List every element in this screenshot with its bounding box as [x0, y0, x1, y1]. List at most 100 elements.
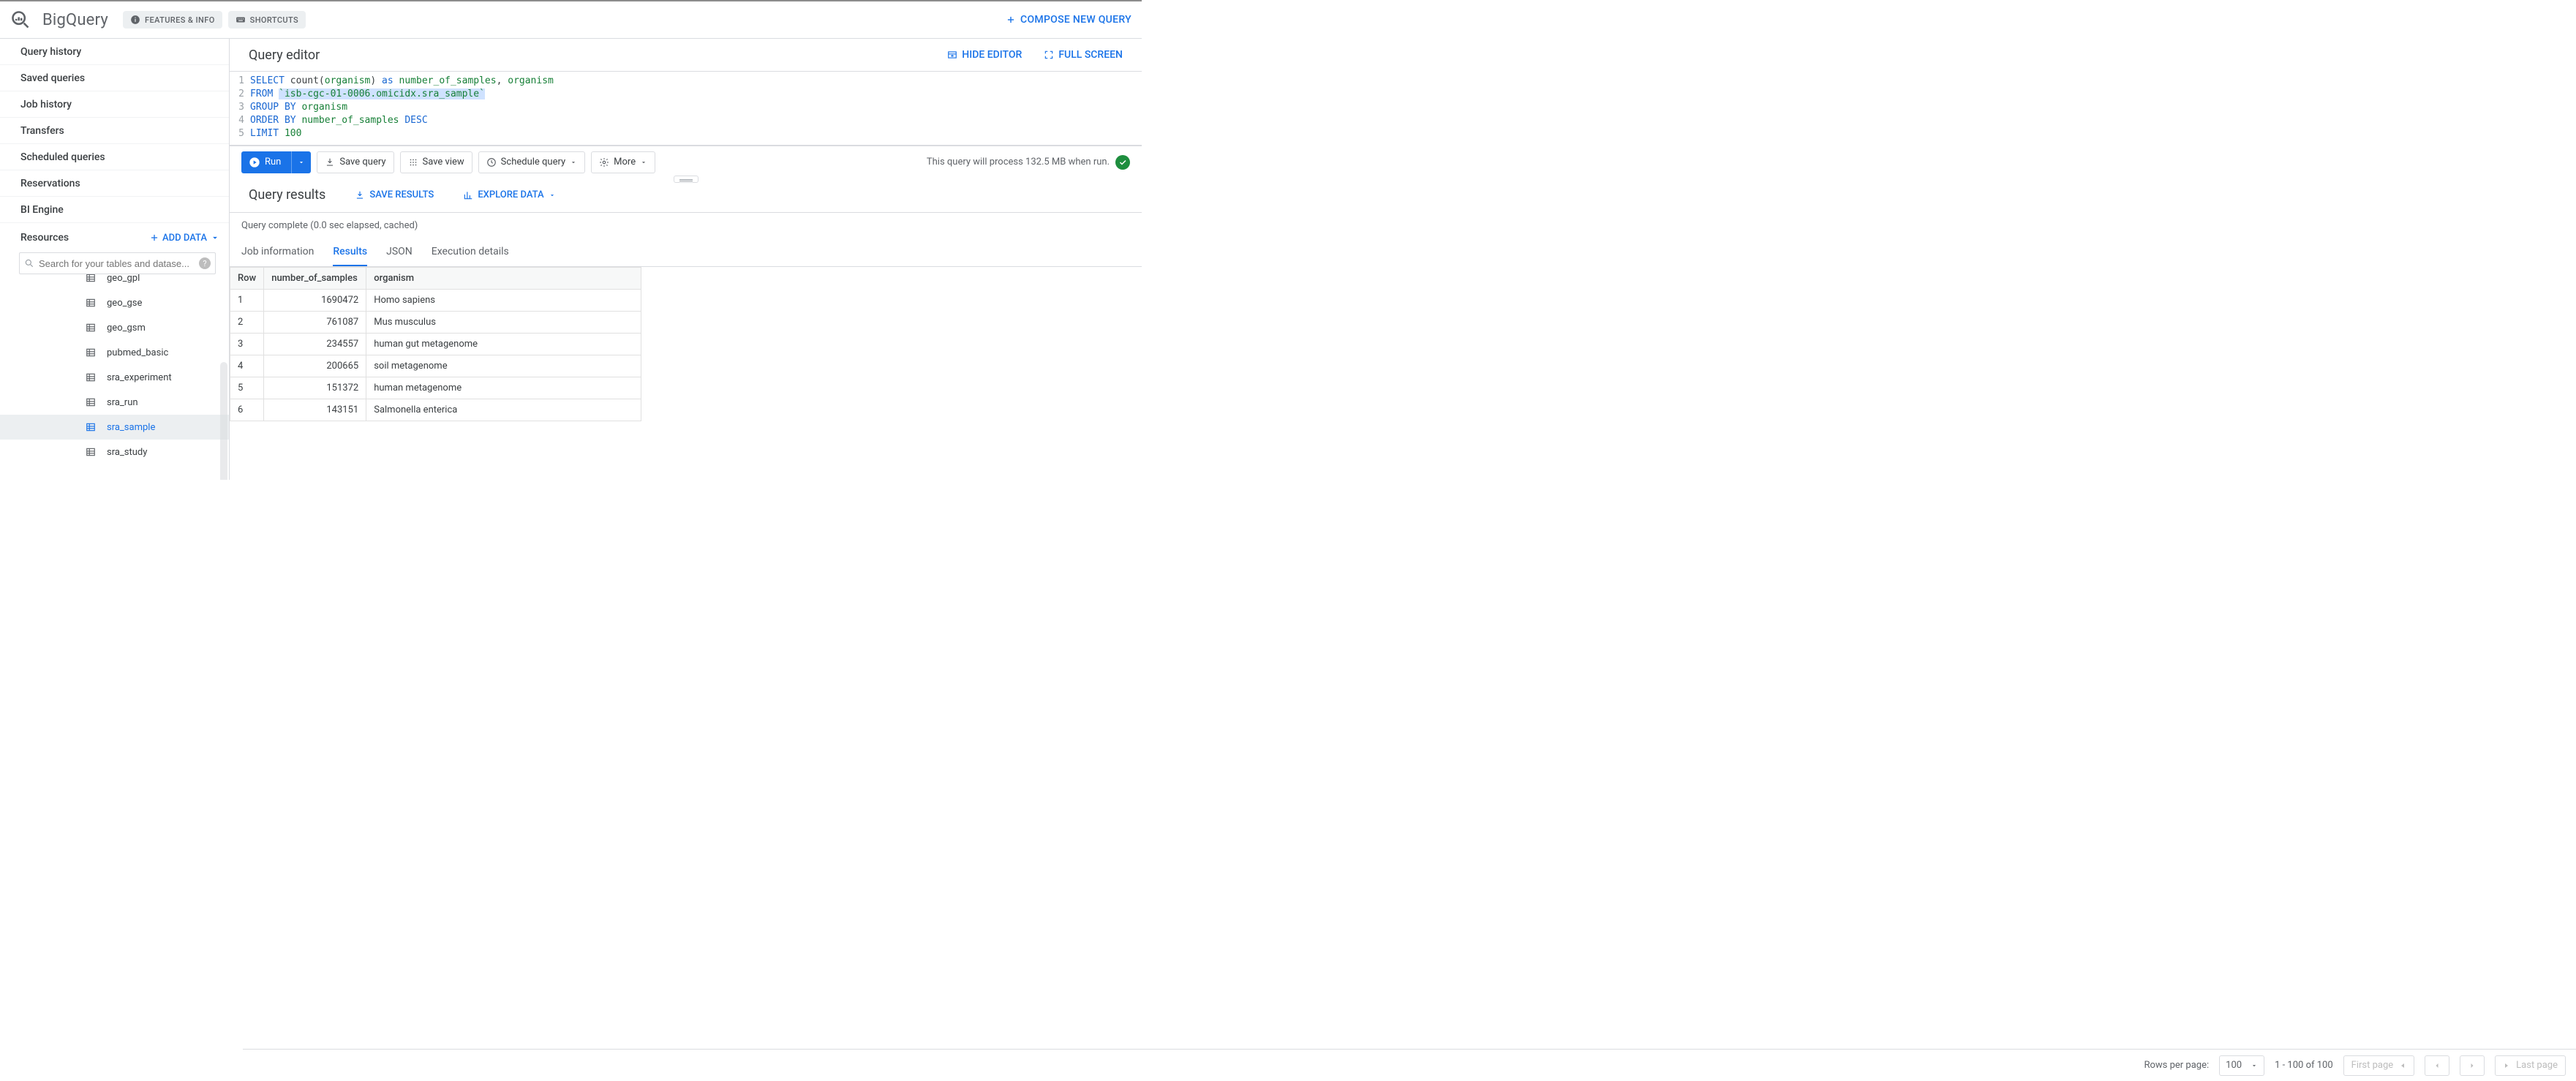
search-icon [24, 258, 34, 268]
table-icon [85, 397, 97, 407]
sidebar-nav-item[interactable]: Query history [0, 39, 229, 65]
fullscreen-button[interactable]: FULL SCREEN [1044, 49, 1123, 61]
features-info-label: FEATURES & INFO [145, 15, 215, 25]
help-icon[interactable]: ? [199, 257, 211, 269]
line-number: 4 [230, 114, 250, 127]
save-query-button[interactable]: Save query [317, 151, 393, 173]
table-tree-item[interactable]: sra_run [0, 390, 229, 415]
cell-number-of-samples: 1690472 [264, 290, 366, 312]
scrollbar-thumb[interactable] [220, 362, 227, 480]
download-icon [325, 157, 335, 167]
run-button[interactable]: Run [241, 151, 311, 173]
fullscreen-label: FULL SCREEN [1058, 49, 1123, 61]
cell-number-of-samples: 151372 [264, 377, 366, 399]
table-row[interactable]: 5151372human metagenome [230, 377, 641, 399]
hide-editor-button[interactable]: HIDE EDITOR [947, 49, 1022, 61]
sidebar-nav-item[interactable]: Reservations [0, 170, 229, 197]
table-icon [85, 298, 97, 308]
tree-item-label: geo_gse [107, 298, 142, 309]
cell-number-of-samples: 200665 [264, 355, 366, 377]
plus-icon [149, 233, 159, 243]
shortcuts-label: SHORTCUTS [250, 15, 298, 25]
save-query-label: Save query [339, 157, 385, 167]
chevron-down-icon [210, 233, 220, 243]
save-view-button[interactable]: Save view [400, 151, 472, 173]
page-range: 1 - 100 of 100 [2275, 1060, 2333, 1071]
results-tab[interactable]: Execution details [432, 238, 509, 266]
schedule-query-button[interactable]: Schedule query [478, 151, 585, 173]
results-table: Rownumber_of_samplesorganism 11690472Hom… [230, 267, 641, 421]
query-complete-status: Query complete (0.0 sec elapsed, cached) [230, 213, 1142, 238]
table-row[interactable]: 4200665soil metagenome [230, 355, 641, 377]
line-number: 5 [230, 127, 250, 140]
table-tree-item[interactable]: sra_study [0, 440, 229, 464]
shortcuts-button[interactable]: SHORTCUTS [228, 11, 306, 29]
chevron-down-icon [549, 192, 556, 199]
last-page-label: Last page [2516, 1060, 2558, 1071]
sidebar-nav-item[interactable]: Job history [0, 91, 229, 118]
run-dropdown[interactable] [292, 159, 311, 166]
last-page-button[interactable]: Last page [2495, 1055, 2566, 1076]
keyboard-icon [236, 15, 246, 25]
table-tree-item[interactable]: geo_gse [0, 290, 229, 315]
chevron-down-icon [298, 159, 305, 166]
table-row[interactable]: 3234557human gut metagenome [230, 334, 641, 355]
sidebar-nav-item[interactable]: Transfers [0, 118, 229, 144]
cell-organism: Mus musculus [366, 312, 641, 334]
table-row[interactable]: 6143151Salmonella enterica [230, 399, 641, 421]
table-tree-item[interactable]: sra_experiment [0, 365, 229, 390]
resize-handle[interactable] [674, 176, 698, 183]
info-icon [130, 15, 140, 25]
cell-number-of-samples: 234557 [264, 334, 366, 355]
add-data-button[interactable]: ADD DATA [149, 233, 220, 244]
cell-organism: human gut metagenome [366, 334, 641, 355]
sidebar-nav-item[interactable]: BI Engine [0, 197, 229, 223]
explore-label: EXPLORE DATA [478, 189, 543, 200]
sidebar-nav-item[interactable]: Saved queries [0, 65, 229, 91]
sql-editor[interactable]: 1SELECT count(organism) as number_of_sam… [230, 71, 1142, 146]
brand-title: BigQuery [42, 11, 108, 29]
table-row[interactable]: 11690472Homo sapiens [230, 290, 641, 312]
tree-item-label: sra_run [107, 397, 138, 408]
table-row[interactable]: 2761087Mus musculus [230, 312, 641, 334]
table-tree-item[interactable]: geo_gpl [0, 274, 229, 290]
results-tab[interactable]: JSON [386, 238, 413, 266]
results-tab[interactable]: Job information [241, 238, 314, 266]
explore-data-button[interactable]: EXPLORE DATA [463, 189, 555, 200]
pager: Rows per page: 100 1 - 100 of 100 First … [243, 1049, 2576, 1081]
chevron-left-icon [2433, 1061, 2441, 1070]
row-index: 2 [230, 312, 264, 334]
tree-item-label: sra_sample [107, 422, 155, 433]
sidebar-nav-item[interactable]: Scheduled queries [0, 144, 229, 170]
table-tree-item[interactable]: geo_gsm [0, 315, 229, 340]
cell-organism: Homo sapiens [366, 290, 641, 312]
play-icon [249, 157, 260, 168]
editor-title: Query editor [249, 48, 320, 63]
chevron-down-icon [2251, 1062, 2258, 1069]
tree-item-label: geo_gpl [107, 274, 140, 284]
resource-search-box[interactable]: ? [19, 252, 216, 274]
row-index: 5 [230, 377, 264, 399]
table-tree-item[interactable]: pubmed_basic [0, 340, 229, 365]
table-icon [85, 347, 97, 358]
run-label: Run [265, 157, 281, 167]
line-number: 3 [230, 101, 250, 114]
line-number: 1 [230, 75, 250, 88]
save-results-button[interactable]: SAVE RESULTS [355, 189, 434, 200]
compose-new-query-button[interactable]: COMPOSE NEW QUERY [1006, 14, 1131, 26]
next-page-button[interactable] [2460, 1055, 2485, 1076]
hide-editor-label: HIDE EDITOR [962, 49, 1022, 61]
results-tab[interactable]: Results [333, 238, 367, 266]
table-icon [85, 422, 97, 432]
search-input[interactable] [39, 258, 195, 269]
table-tree-item[interactable]: sra_sample [0, 415, 229, 440]
page-size-select[interactable]: 100 [2219, 1055, 2264, 1076]
rows-per-page-label: Rows per page: [2144, 1060, 2209, 1071]
first-page-button[interactable]: First page [2343, 1055, 2415, 1076]
tree-item-label: sra_study [107, 447, 147, 458]
prev-page-button[interactable] [2425, 1055, 2449, 1076]
cell-organism: human metagenome [366, 377, 641, 399]
more-button[interactable]: More [591, 151, 655, 173]
table-icon [85, 447, 97, 457]
features-info-button[interactable]: FEATURES & INFO [123, 11, 222, 29]
